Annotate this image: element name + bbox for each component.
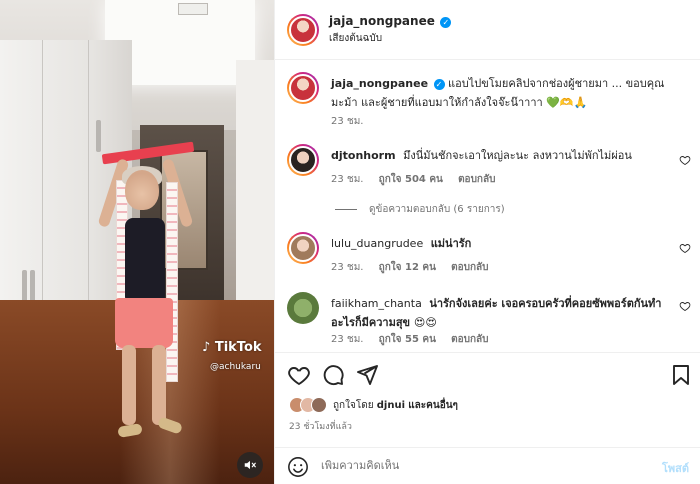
leg xyxy=(152,345,166,425)
post-header: jaja_nongpanee ✓ เสียงต้นฉบับ xyxy=(275,0,700,60)
caption-body: jaja_nongpanee ✓ แอบไปขโมยคลิปจากช่องผู้… xyxy=(331,74,677,112)
reply-button[interactable]: ตอบกลับ xyxy=(451,334,488,345)
like-comment-heart-icon[interactable] xyxy=(679,242,691,254)
comment-body: faiikham_chanta น่ารักจังเลยค่ะ เจอครอบค… xyxy=(331,294,677,332)
shoe xyxy=(117,422,143,439)
comment-likes[interactable]: ถูกใจ 504 คน xyxy=(379,174,443,185)
comment-text: มึงนี่มันชักจะเอาใหญ่ละนะ ลงหวานไม่พักไม… xyxy=(403,149,632,162)
mute-button[interactable] xyxy=(237,452,263,478)
ribbon xyxy=(101,141,195,165)
comment-item: djtonhorm มึงนี่มันชักจะเอาใหญ่ละนะ ลงหว… xyxy=(275,144,700,194)
reply-button[interactable]: ตอบกลับ xyxy=(458,174,495,185)
add-comment-input[interactable] xyxy=(321,459,621,472)
shoe xyxy=(156,416,184,435)
comment-body: djtonhorm มึงนี่มันชักจะเอาใหญ่ละนะ ลงหว… xyxy=(331,146,677,165)
emoji-smiley-icon[interactable] xyxy=(287,456,309,478)
comment-username[interactable]: djtonhorm xyxy=(331,149,396,162)
comment-item: lulu_duangrudee แม่น่ารัก 23 ชม. ถูกใจ 1… xyxy=(275,232,700,278)
post-comment-button[interactable]: โพสต์ xyxy=(662,459,689,477)
verified-badge-icon: ✓ xyxy=(440,17,452,28)
liked-by-others[interactable]: และคนอื่นๆ xyxy=(408,398,458,413)
original-audio-link[interactable]: เสียงต้นฉบับ xyxy=(329,31,451,46)
comment-bubble-icon[interactable] xyxy=(321,363,345,387)
reply-button[interactable]: ตอบกลับ xyxy=(451,262,488,273)
comment-meta: 23 ชม. ถูกใจ 55 คน ตอบกลับ xyxy=(331,332,501,347)
post-detail-panel: jaja_nongpanee ✓ เสียงต้นฉบับ jaja_nongp… xyxy=(274,0,700,484)
tiktok-logo-icon: ♪ xyxy=(202,340,211,355)
comment-text: แม่น่ารัก xyxy=(430,237,472,250)
comment-likes[interactable]: ถูกใจ 55 คน xyxy=(379,334,436,345)
shorts xyxy=(115,298,173,348)
tiktok-brand: TikTok xyxy=(214,340,262,355)
view-replies-button[interactable]: ดูข้อความตอบกลับ (6 รายการ) xyxy=(335,202,505,217)
scene-vent xyxy=(178,3,208,15)
like-heart-icon[interactable] xyxy=(287,363,311,387)
comment-body: lulu_duangrudee แม่น่ารัก xyxy=(331,234,677,253)
comment-avatar[interactable] xyxy=(287,292,319,324)
caption-time[interactable]: 23 ชม. xyxy=(331,114,363,129)
comment-username[interactable]: lulu_duangrudee xyxy=(331,237,423,250)
tiktok-watermark: ♪ TikTok xyxy=(202,340,262,355)
comment-time[interactable]: 23 ชม. xyxy=(331,334,363,345)
person-figure xyxy=(80,140,210,450)
comment-likes[interactable]: ถูกใจ 12 คน xyxy=(379,262,436,273)
caption-username[interactable]: jaja_nongpanee xyxy=(331,77,428,90)
verified-badge-icon: ✓ xyxy=(433,79,445,90)
comment-time[interactable]: 23 ชม. xyxy=(331,174,363,185)
comment-username[interactable]: faiikham_chanta xyxy=(331,297,422,310)
liked-by-row: ถูกใจโดย djnui และคนอื่นๆ xyxy=(289,397,458,413)
post-timestamp[interactable]: 23 ชั่วโมงที่แล้ว xyxy=(289,419,352,433)
comment-avatar[interactable] xyxy=(287,232,319,264)
save-bookmark-icon[interactable] xyxy=(669,363,693,387)
tank-top xyxy=(125,218,165,300)
comment-meta: 23 ชม. ถูกใจ 504 คน ตอบกลับ xyxy=(331,172,507,187)
post-caption: jaja_nongpanee ✓ แอบไปขโมยคลิปจากช่องผู้… xyxy=(275,72,700,132)
liked-by-user[interactable]: djnui xyxy=(377,400,405,411)
divider xyxy=(335,209,357,210)
cabinet-handle xyxy=(30,270,35,302)
share-send-icon[interactable] xyxy=(355,363,379,387)
liked-by-prefix: ถูกใจโดย xyxy=(333,399,374,411)
caption-avatar[interactable] xyxy=(287,72,319,104)
head xyxy=(125,170,159,210)
paper-strip xyxy=(166,182,178,382)
comment-meta: 23 ชม. ถูกใจ 12 คน ตอบกลับ xyxy=(331,260,501,275)
comment-time[interactable]: 23 ชม. xyxy=(331,262,363,273)
comment-avatar[interactable] xyxy=(287,144,319,176)
post-actions-section: ถูกใจโดย djnui และคนอื่นๆ 23 ชั่วโมงที่แ… xyxy=(275,352,700,484)
author-info: jaja_nongpanee ✓ เสียงต้นฉบับ xyxy=(329,14,452,46)
like-comment-heart-icon[interactable] xyxy=(679,300,691,312)
liker-avatar[interactable] xyxy=(311,397,327,413)
author-username[interactable]: jaja_nongpanee xyxy=(329,14,435,28)
leg xyxy=(122,345,136,425)
post-media-video[interactable]: ♪ TikTok @achukaru xyxy=(0,0,274,484)
add-comment-bar: โพสต์ xyxy=(275,447,700,484)
author-avatar[interactable] xyxy=(287,14,319,46)
comment-item: faiikham_chanta น่ารักจังเลยค่ะ เจอครอบค… xyxy=(275,292,700,348)
tiktok-watermark-user: @achukaru xyxy=(210,362,261,372)
view-replies-label: ดูข้อความตอบกลับ (6 รายการ) xyxy=(369,204,505,215)
speaker-muted-icon xyxy=(244,460,256,470)
cabinet-handle xyxy=(22,270,27,302)
like-comment-heart-icon[interactable] xyxy=(679,154,691,166)
